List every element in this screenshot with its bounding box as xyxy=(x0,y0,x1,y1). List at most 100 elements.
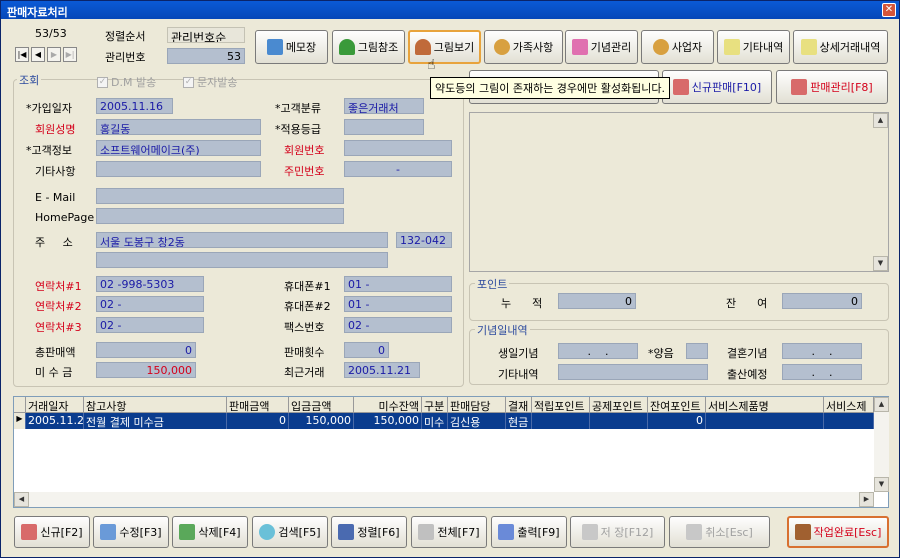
col-header[interactable]: 적립포인트 xyxy=(532,397,590,413)
scroll-up-icon[interactable]: ▲ xyxy=(874,397,889,412)
delete-button[interactable]: 삭제[F4] xyxy=(172,516,248,548)
wedding-field[interactable]: . . xyxy=(782,343,862,359)
col-header[interactable]: 서비스제품명 xyxy=(706,397,824,413)
apply-grade-field[interactable] xyxy=(344,119,424,135)
member-name-field[interactable]: 홍길동 xyxy=(96,119,261,135)
picture-view-button[interactable]: 그림보기 xyxy=(408,30,481,64)
contact1-label: 연락처#1 xyxy=(35,280,82,293)
join-date-field[interactable]: 2005.11.16 xyxy=(96,98,173,114)
picture-view-tooltip: 약도등의 그림이 존재하는 경우에만 활성화됩니다. xyxy=(430,77,671,99)
member-no-field[interactable] xyxy=(344,140,452,156)
mgmt-no-value[interactable]: 53 xyxy=(167,48,245,64)
details-icon xyxy=(800,39,817,55)
anniv-other-field[interactable] xyxy=(558,364,708,380)
sms-label: 문자발송 xyxy=(197,76,238,89)
sales-count-field[interactable]: 0 xyxy=(344,342,389,358)
first-record-icon[interactable]: |◀ xyxy=(15,47,29,62)
print-button[interactable]: 출력[F9] xyxy=(491,516,567,548)
misc-field[interactable] xyxy=(96,161,261,177)
vertical-scrollbar[interactable]: ▲ ▼ xyxy=(874,397,889,492)
close-icon[interactable]: ✕ xyxy=(882,3,896,17)
col-header[interactable]: 서비스제 xyxy=(824,397,874,413)
customer-type-field[interactable]: 좋은거래처 xyxy=(344,98,424,114)
sort-order-value[interactable]: 관리번호순 xyxy=(167,27,245,43)
zip-field[interactable]: 132-042 xyxy=(396,232,452,248)
anniversary-mgmt-button[interactable]: 기념관리 xyxy=(565,30,638,64)
all-button-label: 전체[F7] xyxy=(437,526,480,539)
wedding-label: 결혼기념 xyxy=(727,347,768,360)
memo-scroll-up-icon[interactable]: ▲ xyxy=(873,113,888,128)
total-sales-field[interactable]: 0 xyxy=(96,342,196,358)
save-button-label: 저 장[F12] xyxy=(600,526,654,539)
cell-remaining-points: 0 xyxy=(648,413,706,429)
points-balance-field[interactable]: 0 xyxy=(782,293,862,309)
sale-mgmt-button[interactable]: 판매관리[F8] xyxy=(776,70,888,104)
memo-button[interactable]: 메모장 xyxy=(255,30,328,64)
col-header[interactable]: 미수잔액 xyxy=(354,397,422,413)
query-group-title: 조회 xyxy=(17,72,42,88)
memo-panel[interactable]: ▲ ▼ xyxy=(469,112,889,272)
finish-button[interactable]: 작업완료[Esc] xyxy=(787,516,889,548)
birthday-field[interactable]: . . xyxy=(558,343,638,359)
sort-button[interactable]: 정렬[F6] xyxy=(331,516,407,548)
horizontal-scrollbar[interactable]: ◀ ▶ xyxy=(14,492,874,507)
unpaid-field[interactable]: 150,000 xyxy=(96,362,196,378)
cell-unpaid: 150,000 xyxy=(354,413,422,429)
new-icon xyxy=(672,79,689,95)
col-header[interactable]: 판매담당 xyxy=(448,397,506,413)
col-header[interactable]: 잔여포인트 xyxy=(648,397,706,413)
col-header[interactable]: 판매금액 xyxy=(227,397,289,413)
points-title: 포인트 xyxy=(475,276,510,292)
contact2-field[interactable]: 02 - xyxy=(96,296,204,312)
detail-trades-button[interactable]: 상세거래내역 xyxy=(793,30,888,64)
birth-plan-field[interactable]: . . xyxy=(782,364,862,380)
col-header[interactable]: 결재 xyxy=(506,397,532,413)
col-header[interactable]: 입금금액 xyxy=(289,397,354,413)
col-header[interactable]: 공제포인트 xyxy=(590,397,648,413)
title-bar: 판매자료처리 ✕ xyxy=(1,1,899,19)
homepage-field[interactable] xyxy=(96,208,344,224)
scroll-right-icon[interactable]: ▶ xyxy=(859,492,874,507)
mobile1-label: 휴대폰#1 xyxy=(284,280,331,293)
scroll-down-icon[interactable]: ▼ xyxy=(874,477,889,492)
family-button[interactable]: 가족사항 xyxy=(484,30,563,64)
sales-table[interactable]: 거래일자 참고사항 판매금액 입금금액 미수잔액 구분 판매담당 결재 적립포인… xyxy=(13,396,889,508)
delete-icon xyxy=(179,524,196,540)
other-details-button[interactable]: 기타내역 xyxy=(717,30,790,64)
next-record-icon[interactable]: ▶ xyxy=(47,47,61,62)
sms-checkbox[interactable]: ✓ 문자발송 xyxy=(183,74,237,90)
scroll-left-icon[interactable]: ◀ xyxy=(14,492,29,507)
customer-info-field[interactable]: 소프트웨어메이크(주) xyxy=(96,140,261,156)
address2-field[interactable] xyxy=(96,252,388,268)
points-accum-field[interactable]: 0 xyxy=(558,293,636,309)
email-field[interactable] xyxy=(96,188,344,204)
lunar-field[interactable] xyxy=(686,343,708,359)
business-button[interactable]: 사업자 xyxy=(641,30,714,64)
family-label: 가족사항 xyxy=(512,41,554,54)
new-sale-button[interactable]: 신규판매[F10] xyxy=(662,70,772,104)
cell-note: 전월 결제 미수금 xyxy=(84,413,227,429)
contact1-field[interactable]: 02 -998-5303 xyxy=(96,276,204,292)
col-header[interactable]: 참고사항 xyxy=(84,397,227,413)
memo-scroll-down-icon[interactable]: ▼ xyxy=(873,256,888,271)
mobile1-field[interactable]: 01 - xyxy=(344,276,452,292)
search-button[interactable]: 검색[F5] xyxy=(252,516,328,548)
address1-field[interactable]: 서울 도봉구 창2동 xyxy=(96,232,388,248)
table-row[interactable]: ▶ 2005.11.21 전월 결제 미수금 0 150,000 150,000… xyxy=(14,413,874,429)
cancel-button[interactable]: 취소[Esc] xyxy=(669,516,770,548)
contact3-field[interactable]: 02 - xyxy=(96,317,204,333)
col-header[interactable]: 거래일자 xyxy=(26,397,84,413)
dm-checkbox[interactable]: ✓ D.M 발송 xyxy=(97,74,156,90)
last-record-icon[interactable]: ▶| xyxy=(63,47,77,62)
edit-button[interactable]: 수정[F3] xyxy=(93,516,169,548)
mobile2-field[interactable]: 01 - xyxy=(344,296,452,312)
picture-ref-button[interactable]: 그림참조 xyxy=(332,30,405,64)
new-button[interactable]: 신규[F2] xyxy=(14,516,90,548)
last-trade-field[interactable]: 2005.11.21 xyxy=(344,362,420,378)
fax-field[interactable]: 02 - xyxy=(344,317,452,333)
all-button[interactable]: 전체[F7] xyxy=(411,516,487,548)
save-button[interactable]: 저 장[F12] xyxy=(570,516,665,548)
col-header[interactable]: 구분 xyxy=(422,397,448,413)
rrn-field[interactable]: - xyxy=(344,161,452,177)
prev-record-icon[interactable]: ◀ xyxy=(31,47,45,62)
